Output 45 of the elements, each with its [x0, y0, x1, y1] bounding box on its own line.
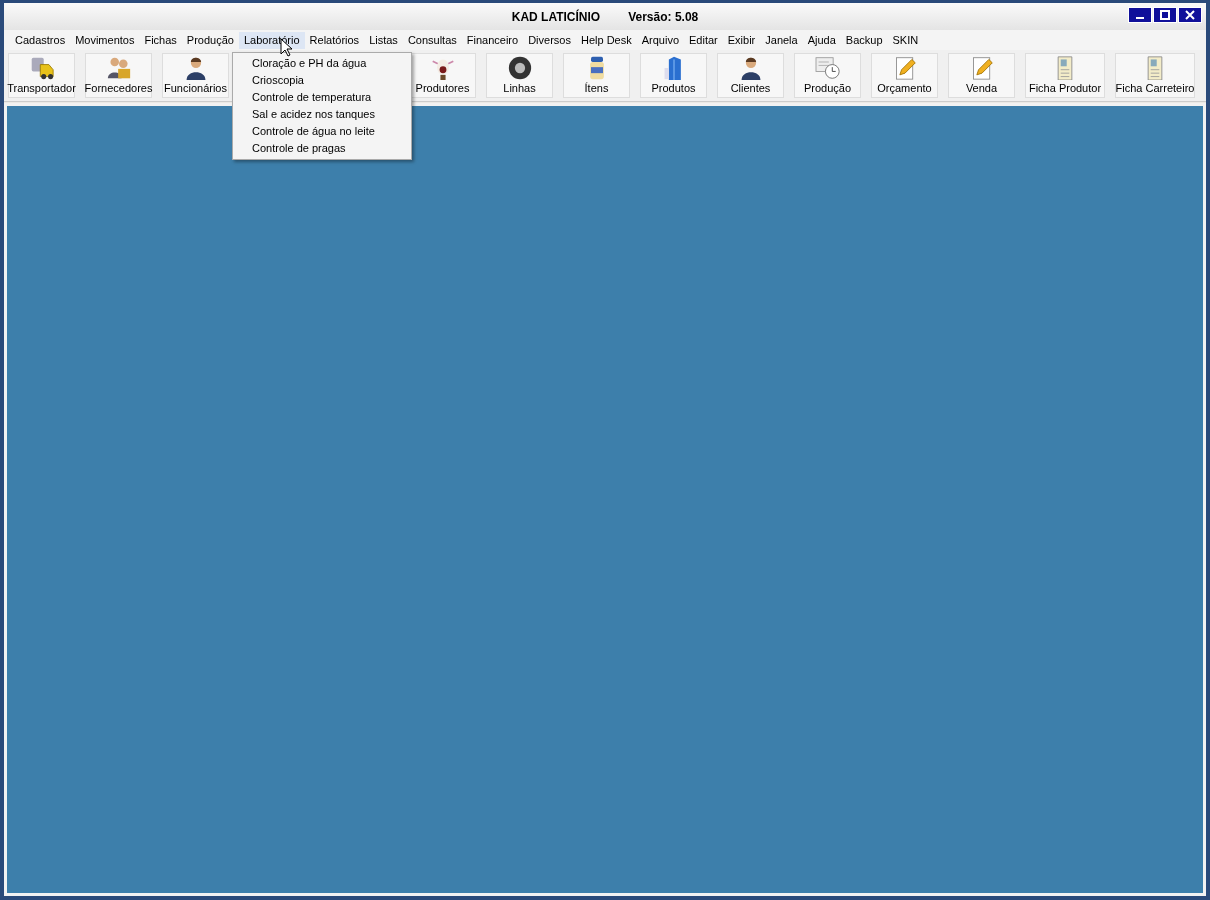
menu-item[interactable]: Diversos [523, 31, 576, 49]
menu-item[interactable]: Financeiro [461, 31, 524, 49]
menu-item[interactable]: Listas [364, 31, 403, 49]
menu-item[interactable]: Backup [840, 31, 888, 49]
menu-option[interactable]: Cloração e PH da água [233, 55, 411, 72]
toolbar-button[interactable]: Ficha Carreteiro [1115, 53, 1195, 98]
menu-option[interactable]: Controle de temperatura [233, 89, 411, 106]
toolbar-button[interactable]: Produção [794, 53, 861, 98]
close-icon [1185, 10, 1195, 20]
menu-item[interactable]: Consultas [402, 31, 462, 49]
menu-item[interactable]: Movimentos [70, 31, 140, 49]
menu-item[interactable]: Editar [684, 31, 723, 49]
menu-item[interactable]: Ajuda [802, 31, 841, 49]
menu-option[interactable]: Sal e acidez nos tanques [233, 106, 411, 123]
toolbar-button[interactable]: Orçamento [871, 53, 938, 98]
version-label: Versão: 5.08 [628, 9, 699, 24]
menu-option[interactable]: Crioscopia [233, 72, 411, 89]
toolbar-button[interactable]: Transportador [8, 53, 75, 98]
menu-item[interactable]: Help Desk [575, 31, 637, 49]
menu-item[interactable]: Produção [181, 31, 239, 49]
close-button[interactable] [1178, 7, 1202, 23]
menu-item[interactable]: Arquivo [636, 31, 684, 49]
toolbar-button[interactable]: Venda [948, 53, 1015, 98]
toolbar-button[interactable]: Ítens [563, 53, 630, 98]
menu-item[interactable]: Cadastros [10, 31, 71, 49]
menu-item[interactable]: Janela [760, 31, 803, 49]
toolbar-button[interactable]: Linhas [486, 53, 553, 98]
toolbar-button[interactable]: Produtos [640, 53, 707, 98]
menu-item[interactable]: Fichas [139, 31, 182, 49]
menu-option[interactable]: Controle de pragas [233, 140, 411, 157]
toolbar-button[interactable]: Produtores [409, 53, 476, 98]
minimize-button[interactable] [1128, 7, 1152, 23]
menu-item[interactable]: Relatórios [304, 31, 365, 49]
maximize-button[interactable] [1153, 7, 1177, 23]
clock-icon [812, 56, 843, 80]
menu-item[interactable]: Exibir [722, 31, 761, 49]
maximize-icon [1160, 10, 1170, 20]
toolbar-button[interactable]: Clientes [717, 53, 784, 98]
toolbar-button[interactable]: Ficha Produtor [1025, 53, 1105, 98]
minimize-icon [1136, 17, 1144, 19]
window-title: KAD LATICÍNIO [511, 9, 601, 24]
toolbar-button[interactable]: Funcionários [162, 53, 229, 98]
toolbar-button[interactable]: Fornecedores [85, 53, 152, 98]
menu-option[interactable]: Controle de água no leite [233, 123, 411, 140]
menu-item[interactable]: SKIN [887, 31, 924, 49]
